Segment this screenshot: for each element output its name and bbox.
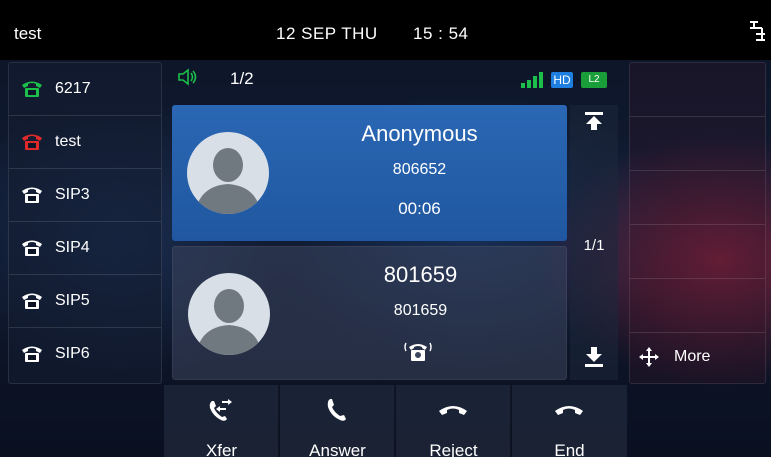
end-label: End [554, 441, 585, 457]
caller-avatar [187, 132, 269, 214]
end-button[interactable]: End [512, 385, 627, 457]
line-key-label: 6217 [55, 80, 91, 97]
phone-icon [22, 187, 42, 203]
transfer-icon [209, 399, 232, 421]
line-key-list: 6217 test SIP3 SIP4 SIP5 SIP6 [8, 62, 162, 384]
phone-failed-icon [22, 134, 42, 150]
account-title: test [14, 24, 42, 43]
scroll-to-top-icon[interactable] [584, 111, 604, 131]
ringing-icon [404, 342, 432, 361]
line-key-sip6[interactable]: SIP6 [9, 328, 161, 381]
empty-slot [630, 279, 765, 333]
hd-audio-badge: HD [551, 72, 573, 88]
caller-number: 801659 [393, 302, 448, 319]
line-key-sip3[interactable]: SIP3 [9, 169, 161, 222]
person-icon [195, 148, 261, 214]
caller-number: 806652 [392, 161, 447, 178]
call-duration: 00:06 [398, 199, 441, 218]
line-key-sip4[interactable]: SIP4 [9, 222, 161, 275]
line-key-label: SIP5 [55, 292, 90, 309]
empty-slot [630, 225, 765, 279]
caller-name: 801659 [383, 262, 458, 287]
phone-icon [22, 293, 42, 309]
empty-slot [630, 171, 765, 225]
call-count: 1/2 [230, 69, 254, 88]
empty-slot [630, 117, 765, 171]
phone-icon [22, 346, 42, 362]
answer-icon [327, 399, 346, 421]
xfer-label: Xfer [205, 441, 238, 457]
line-key-6217[interactable]: 6217 [9, 63, 161, 116]
time: 15 : 54 [413, 24, 469, 43]
more-label: More [674, 348, 711, 365]
scroll-to-bottom-icon[interactable] [584, 346, 604, 368]
phone-icon [22, 240, 42, 256]
right-softkey-panel: More [629, 62, 766, 384]
answer-button[interactable]: Answer [280, 385, 395, 457]
reject-icon [439, 406, 467, 415]
line-badge: L2 [581, 72, 607, 88]
caller-avatar [188, 273, 270, 355]
end-call-icon [555, 406, 583, 415]
line-key-label: SIP3 [55, 186, 90, 203]
person-icon [196, 289, 262, 355]
answer-label: Answer [309, 441, 366, 457]
line-key-sip5[interactable]: SIP5 [9, 275, 161, 328]
reject-label: Reject [429, 441, 478, 457]
caller-name: Anonymous [361, 121, 478, 146]
phone-registered-icon [22, 81, 42, 97]
softkey-bar: Xfer Answer Reject End [164, 385, 629, 457]
line-key-label: SIP4 [55, 239, 90, 256]
line-key-test[interactable]: test [9, 116, 161, 169]
date: 12 SEP THU [276, 24, 378, 43]
more-button[interactable]: More [630, 331, 765, 385]
line-key-label: test [55, 133, 81, 150]
call-scroll-bar: 1/1 [570, 105, 618, 380]
reject-button[interactable]: Reject [396, 385, 511, 457]
line-key-label: SIP6 [55, 345, 90, 362]
incoming-call-card[interactable]: 801659 801659 [172, 246, 567, 380]
xfer-button[interactable]: Xfer [164, 385, 279, 457]
signal-strength-icon [521, 72, 543, 88]
network-icon [750, 21, 765, 41]
speaker-icon [178, 68, 197, 86]
empty-slot [630, 63, 765, 117]
status-bar: test 12 SEP THU 15 : 54 [0, 0, 771, 60]
active-call-card[interactable]: Anonymous 806652 00:06 [172, 105, 567, 241]
move-arrows-icon [639, 347, 659, 367]
call-page-indicator: 1/1 [583, 237, 605, 254]
